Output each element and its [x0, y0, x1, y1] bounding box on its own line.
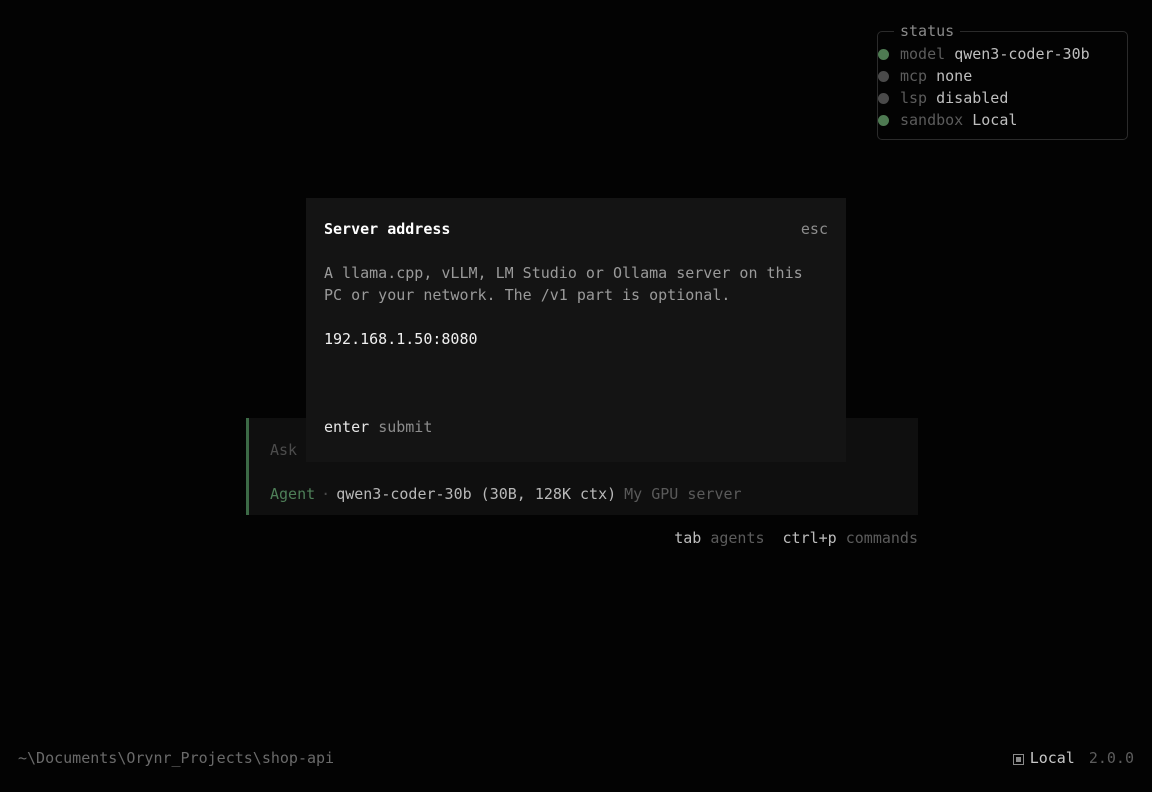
- status-row-model: model qwen3-coder-30b: [878, 43, 1090, 65]
- sandbox-box-icon: [1012, 754, 1024, 765]
- status-dot-icon: [878, 71, 889, 82]
- status-dot-icon: [878, 115, 889, 126]
- dialog-title: Server address: [324, 220, 451, 238]
- provider-name: My GPU server: [624, 485, 742, 503]
- status-value: Local: [972, 111, 1018, 129]
- close-esc-button[interactable]: esc: [801, 218, 828, 240]
- hint-key-tab: tab: [674, 529, 702, 547]
- submit-button[interactable]: submit: [378, 418, 432, 436]
- status-dot-icon: [878, 93, 889, 104]
- app-screen: status model qwen3-coder-30b mcp none ls…: [0, 0, 1152, 792]
- status-panel: status model qwen3-coder-30b mcp none ls…: [877, 23, 1128, 140]
- dialog-description: A llama.cpp, vLLM, LM Studio or Ollama s…: [324, 264, 803, 304]
- status-value: qwen3-coder-30b: [954, 45, 1090, 63]
- status-row-sandbox: sandbox Local: [878, 109, 1018, 131]
- server-address-input[interactable]: 192.168.1.50:8080: [324, 328, 824, 350]
- status-panel-title: status: [894, 23, 961, 40]
- status-value: none: [936, 67, 973, 85]
- working-directory: ~\Documents\Orynr_Projects\shop-api: [18, 749, 335, 767]
- status-value: disabled: [936, 89, 1009, 107]
- version-label: 2.0.0: [1088, 749, 1134, 767]
- hint-desc-agents[interactable]: agents: [710, 529, 764, 547]
- environment-label: Local: [1029, 749, 1075, 767]
- keyboard-hints: tab agents ctrl+p commands: [674, 527, 918, 549]
- server-address-dialog: Server address esc A llama.cpp, vLLM, LM…: [306, 198, 846, 462]
- prompt-placeholder[interactable]: Ask: [270, 439, 297, 461]
- status-key: model: [900, 45, 946, 63]
- status-row-mcp: mcp none: [878, 65, 973, 87]
- status-key: mcp: [900, 67, 928, 85]
- dialog-footer: enter submit: [324, 416, 432, 438]
- status-row-lsp: lsp disabled: [878, 87, 1009, 109]
- hint-desc-commands[interactable]: commands: [846, 529, 918, 547]
- hint-key-commands: ctrl+p: [782, 529, 837, 547]
- prompt-meta-line: Agent · qwen3-coder-30b (30B, 128K ctx) My …: [270, 483, 742, 505]
- agent-mode-label[interactable]: Agent: [270, 485, 315, 503]
- status-key: sandbox: [900, 111, 964, 129]
- status-dot-icon: [878, 49, 889, 60]
- meta-separator: ·: [321, 485, 331, 503]
- status-key: lsp: [900, 89, 928, 107]
- bottom-status: Local 2.0.0: [1012, 747, 1134, 769]
- model-name[interactable]: qwen3-coder-30b (30B, 128K ctx): [336, 485, 616, 503]
- enter-key-hint: enter: [324, 418, 370, 436]
